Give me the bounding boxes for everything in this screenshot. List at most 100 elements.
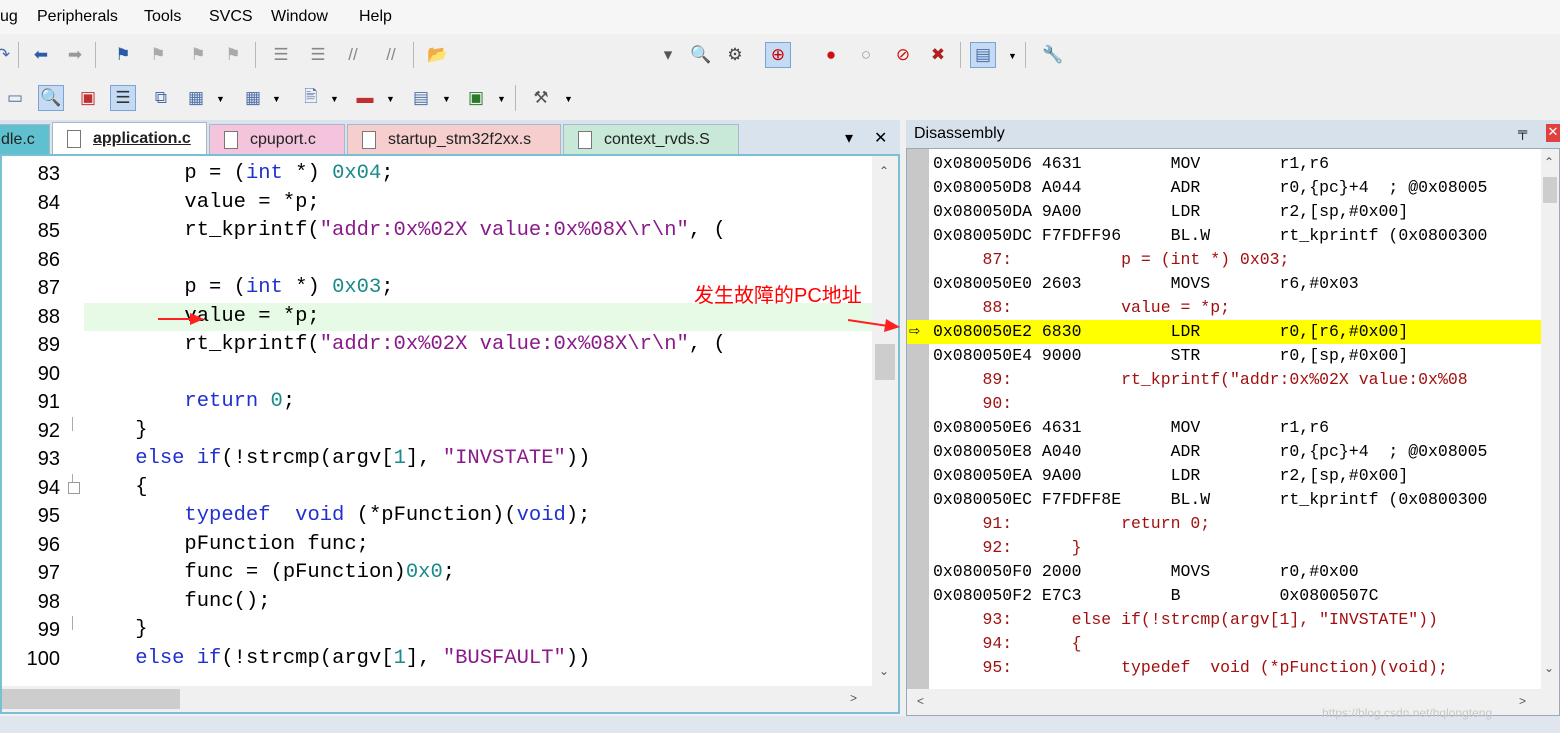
- disassembly-window-icon[interactable]: 🔍: [38, 85, 64, 111]
- scroll-right-icon[interactable]: >: [1519, 694, 1526, 708]
- code-editor[interactable]: 83 p = (int *) 0x04; 84 value = *p; 85 rt_…: [0, 154, 900, 714]
- pin-icon[interactable]: ╤: [1518, 124, 1527, 139]
- code-line[interactable]: 83 p = (int *) 0x04;: [2, 160, 868, 189]
- source-row[interactable]: 89: rt_kprintf("addr:0x%02X value:0x%08: [907, 368, 1557, 392]
- next-bookmark-icon[interactable]: ⚑: [185, 42, 211, 68]
- disassembly-row[interactable]: 0x080050E4 9000 STR r0,[sp,#0x00]: [907, 344, 1557, 368]
- close-icon[interactable]: ✕: [1546, 124, 1560, 142]
- code-line[interactable]: 95 typedef void (*pFunction)(void);: [2, 502, 868, 531]
- disable-all-breakpoints-icon[interactable]: ⊘: [890, 42, 916, 68]
- analysis-window-icon[interactable]: ▬: [352, 85, 378, 111]
- uncomment-icon[interactable]: //: [378, 42, 404, 68]
- memory-window-icon[interactable]: ▦: [240, 85, 266, 111]
- menu-svcs[interactable]: SVCS: [209, 8, 253, 26]
- chevron-down-icon[interactable]: ▼: [564, 94, 573, 104]
- tab-idle-c[interactable]: dle.c: [0, 124, 50, 154]
- back-arrow-icon[interactable]: ⬅: [28, 42, 54, 68]
- disassembly-row[interactable]: 0x080050DA 9A00 LDR r2,[sp,#0x00]: [907, 200, 1557, 224]
- trace-window-icon[interactable]: ▤: [408, 85, 434, 111]
- scroll-up-icon[interactable]: ⌃: [879, 164, 889, 178]
- unindent-icon[interactable]: ☰: [305, 42, 331, 68]
- toolbox-icon[interactable]: ⚒: [528, 85, 554, 111]
- redo-icon[interactable]: ↷: [0, 42, 16, 68]
- code-line[interactable]: 92 }: [2, 417, 868, 446]
- source-row[interactable]: 90:: [907, 392, 1557, 416]
- scroll-left-icon[interactable]: <: [917, 694, 924, 708]
- scroll-right-icon[interactable]: >: [850, 691, 857, 705]
- command-window-icon[interactable]: ▭: [2, 85, 28, 111]
- bookmark-icon[interactable]: ⚑: [110, 42, 136, 68]
- editor-horizontal-scrollbar[interactable]: >: [2, 686, 898, 712]
- wrench-icon[interactable]: 🔧: [1040, 42, 1066, 68]
- source-row[interactable]: 88: value = *p;: [907, 296, 1557, 320]
- browse-icon[interactable]: ⚙: [722, 42, 748, 68]
- chevron-down-icon[interactable]: ▼: [497, 94, 506, 104]
- scroll-up-icon[interactable]: ⌃: [1544, 155, 1554, 169]
- kill-breakpoints-icon[interactable]: ✖: [925, 42, 951, 68]
- fold-toggle-icon[interactable]: [68, 481, 80, 494]
- chevron-down-icon[interactable]: ▼: [330, 94, 339, 104]
- code-line[interactable]: 98 func();: [2, 588, 868, 617]
- prev-bookmark-icon[interactable]: ⚑: [145, 42, 171, 68]
- menu-debug[interactable]: ug: [0, 8, 18, 26]
- source-row[interactable]: 92:}: [907, 536, 1557, 560]
- disassembly-window[interactable]: 0x080050D6 4631 MOV r1,r6 0x080050D8 A044 ADR r…: [906, 148, 1560, 716]
- disassembly-row[interactable]: 0x080050E8 A040 ADR r0,{pc}+4 ; @0x08005: [907, 440, 1557, 464]
- watch-window-icon[interactable]: ▦: [183, 85, 209, 111]
- window-layout-icon[interactable]: ▤: [970, 42, 996, 68]
- disassembly-row[interactable]: 0x080050E0 2603 MOVS r6,#0x03: [907, 272, 1557, 296]
- dropdown-icon[interactable]: ▾: [655, 42, 681, 68]
- scrollbar-thumb[interactable]: [2, 689, 180, 709]
- indent-icon[interactable]: ☰: [268, 42, 294, 68]
- chevron-down-icon[interactable]: ▼: [442, 94, 451, 104]
- menu-window[interactable]: Window: [271, 8, 328, 26]
- code-line[interactable]: 89 rt_kprintf("addr:0x%02X value:0x%08X\…: [2, 331, 868, 360]
- scrollbar-thumb[interactable]: [875, 344, 895, 380]
- tab-application-c[interactable]: application.c: [52, 122, 207, 155]
- disassembly-row[interactable]: 0x080050EA 9A00 LDR r2,[sp,#0x00]: [907, 464, 1557, 488]
- code-line[interactable]: 84 value = *p;: [2, 189, 868, 218]
- disassembly-row[interactable]: 0x080050EC F7FDFF8E BL.W rt_kprintf (0x0800…: [907, 488, 1557, 512]
- tab-list-dropdown-icon[interactable]: ▾: [845, 128, 853, 148]
- code-line[interactable]: 85 rt_kprintf("addr:0x%02X value:0x%08X\…: [2, 217, 868, 246]
- code-line[interactable]: 86: [2, 246, 868, 275]
- disassembly-vertical-scrollbar[interactable]: ⌃ ⌄: [1541, 149, 1559, 689]
- forward-arrow-icon[interactable]: ➡: [62, 42, 88, 68]
- open-file-icon[interactable]: 📂: [425, 42, 451, 68]
- scroll-down-icon[interactable]: ⌄: [1544, 661, 1554, 675]
- debug-session-icon[interactable]: ⊕: [765, 42, 791, 68]
- source-row[interactable]: 87: p = (int *) 0x03;: [907, 248, 1557, 272]
- disable-breakpoint-icon[interactable]: ○: [853, 42, 879, 68]
- code-line[interactable]: 90: [2, 360, 868, 389]
- code-line[interactable]: 93 else if(!strcmp(argv[1], "INVSTATE")): [2, 445, 868, 474]
- chevron-down-icon[interactable]: ▼: [216, 94, 225, 104]
- code-line[interactable]: 100 else if(!strcmp(argv[1], "BUSFAULT")…: [2, 645, 868, 674]
- menu-peripherals[interactable]: Peripherals: [37, 8, 118, 26]
- disassembly-row[interactable]: 0x080050D6 4631 MOV r1,r6: [907, 152, 1557, 176]
- scroll-down-icon[interactable]: ⌄: [879, 664, 889, 678]
- clear-bookmarks-icon[interactable]: ⚑: [220, 42, 246, 68]
- disassembly-row[interactable]: 0x080050D8 A044 ADR r0,{pc}+4 ; @0x08005: [907, 176, 1557, 200]
- source-row[interactable]: 91: return 0;: [907, 512, 1557, 536]
- serial-window-icon[interactable]: 🖹: [298, 85, 324, 111]
- system-viewer-icon[interactable]: ▣: [463, 85, 489, 111]
- call-stack-icon[interactable]: ⧉: [148, 85, 174, 111]
- code-line[interactable]: 94 {: [2, 474, 868, 503]
- chevron-down-icon[interactable]: ▼: [386, 94, 395, 104]
- disassembly-row[interactable]: 0x080050E2 6830 LDR r0,[r6,#0x00] ⇨: [907, 320, 1557, 344]
- code-line[interactable]: 96 pFunction func;: [2, 531, 868, 560]
- comment-icon[interactable]: //: [340, 42, 366, 68]
- chevron-down-icon[interactable]: ▼: [272, 94, 281, 104]
- code-line[interactable]: 99 }: [2, 616, 868, 645]
- source-row[interactable]: 95: typedef void (*pFunction)(void);: [907, 656, 1557, 680]
- tab-startup-s[interactable]: startup_stm32f2xx.s: [347, 124, 561, 154]
- disassembly-row[interactable]: 0x080050E6 4631 MOV r1,r6: [907, 416, 1557, 440]
- symbols-window-icon[interactable]: ▣: [75, 85, 101, 111]
- code-line[interactable]: 97 func = (pFunction)0x0;: [2, 559, 868, 588]
- menu-help[interactable]: Help: [359, 8, 392, 26]
- disassembly-row[interactable]: 0x080050F0 2000 MOVS r0,#0x00: [907, 560, 1557, 584]
- tab-context-rvds-s[interactable]: context_rvds.S: [563, 124, 739, 154]
- source-row[interactable]: 93: else if(!strcmp(argv[1], "INVSTATE")): [907, 608, 1557, 632]
- disassembly-row[interactable]: 0x080050DC F7FDFF96 BL.W rt_kprintf (0x0800…: [907, 224, 1557, 248]
- tab-cpuport-c[interactable]: cpuport.c: [209, 124, 345, 154]
